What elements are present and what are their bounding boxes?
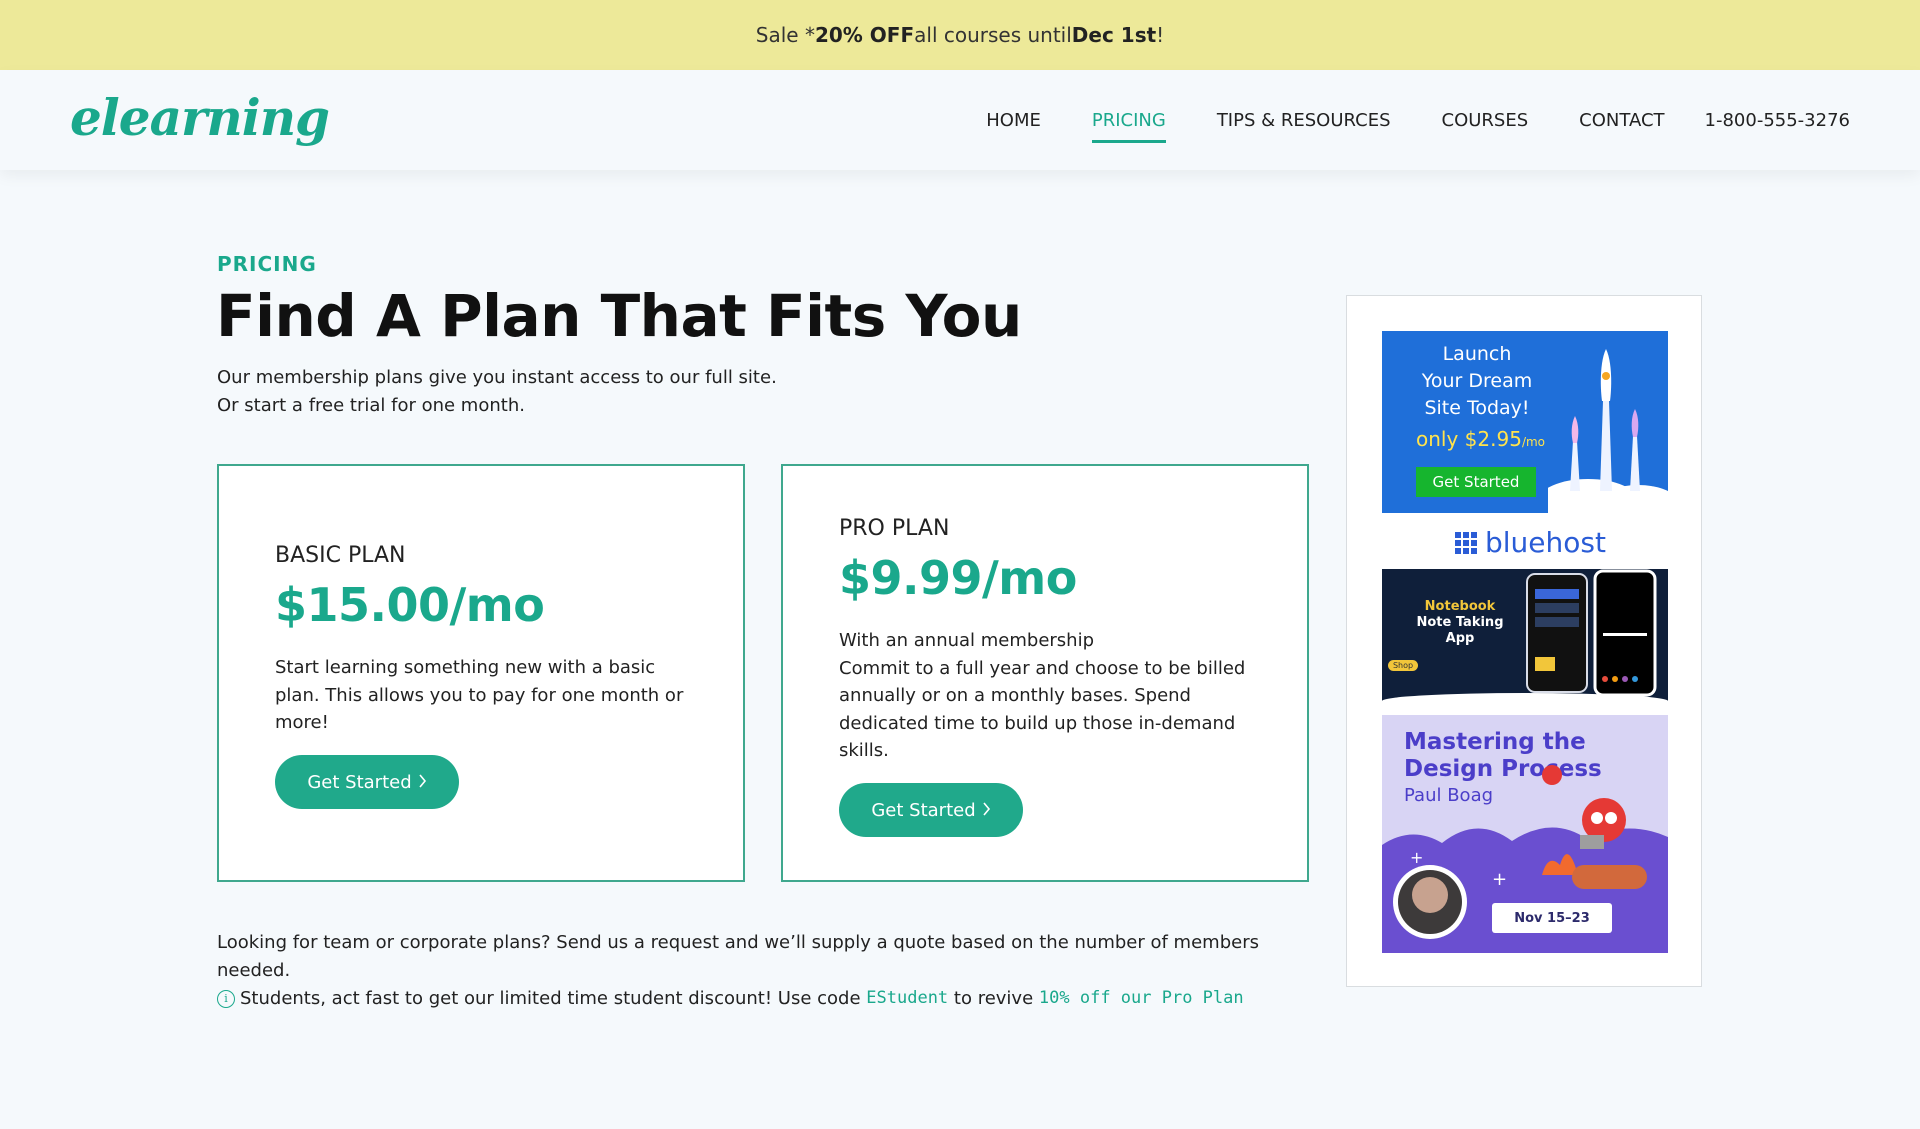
phone-mockups	[1526, 569, 1657, 697]
main-nav: HOME PRICING TIPS & RESOURCES COURSES CO…	[986, 70, 1850, 170]
plan-price: $9.99/mo	[839, 551, 1077, 605]
intro-line-1: Our membership plans give you instant ac…	[217, 367, 777, 388]
bluehost-logo[interactable]: bluehost	[1455, 526, 1606, 559]
team-plans-note: Looking for team or corporate plans? Sen…	[217, 932, 1259, 981]
basic-plan-card: BASIC PLAN $15.00/mo Start learning some…	[217, 464, 745, 882]
section-eyebrow: PRICING	[217, 252, 317, 276]
ad-headline: Launch Your Dream Site Today!	[1382, 341, 1572, 422]
button-label: Get Started	[307, 771, 412, 793]
plan-name: PRO PLAN	[839, 516, 950, 541]
ad-headline-line-3: Site Today!	[1424, 397, 1530, 419]
nav-home[interactable]: HOME	[986, 102, 1041, 139]
ad-sidebar: Launch Your Dream Site Today! only $2.95…	[1346, 295, 1702, 987]
ad-price-prefix: only	[1416, 427, 1465, 451]
student-text-1: Students, act fast to get our limited ti…	[240, 988, 861, 1009]
design-course-ad[interactable]: Mastering the Design Process Paul Boag +…	[1382, 715, 1668, 953]
notebook-ad-line-2: Note Taking	[1416, 615, 1504, 630]
page-title: Find A Plan That Fits You	[216, 282, 1022, 350]
nav-courses[interactable]: COURSES	[1442, 102, 1529, 139]
plan-price: $15.00/mo	[275, 578, 545, 632]
ad-price-unit: /mo	[1521, 435, 1546, 449]
banner-text-post: !	[1156, 23, 1165, 47]
nav-tips-resources[interactable]: TIPS & RESOURCES	[1217, 102, 1391, 139]
chevron-right-icon	[982, 800, 991, 821]
plan-description-body: Commit to a full year and choose to be b…	[839, 657, 1246, 762]
notebook-app-ad[interactable]: Notebook Note Taking App Shop	[1382, 569, 1668, 709]
banner-text-mid: all courses until	[914, 23, 1072, 47]
bluehost-brand: bluehost	[1485, 526, 1606, 559]
notebook-ad-title: Notebook Note Taking App	[1410, 599, 1510, 647]
bluehost-ad[interactable]: Launch Your Dream Site Today! only $2.95…	[1382, 331, 1668, 513]
get-started-button[interactable]: Get Started	[839, 783, 1023, 837]
ad-price-value: $2.95	[1464, 427, 1522, 451]
ad-price: only $2.95/mo	[1416, 427, 1545, 451]
banner-text-pre: Sale *	[755, 23, 815, 47]
rocket-illustration	[1548, 349, 1668, 513]
ad-get-started-button[interactable]: Get Started	[1416, 467, 1536, 497]
design-ad-date: Nov 15–23	[1492, 903, 1612, 933]
phone-number[interactable]: 1-800-555-3276	[1705, 110, 1850, 131]
nav-pricing[interactable]: PRICING	[1091, 102, 1166, 143]
plan-description: With an annual membership Commit to a fu…	[839, 627, 1259, 765]
button-label: Get Started	[871, 799, 976, 821]
get-started-button[interactable]: Get Started	[275, 755, 459, 809]
grid-icon	[1455, 531, 1477, 554]
svg-text:+: +	[1410, 848, 1423, 867]
svg-text:+: +	[1492, 869, 1507, 890]
discount-offer: 10% off our Pro Plan	[1038, 988, 1244, 1008]
shop-badge: Shop	[1388, 660, 1418, 671]
pro-plan-card: PRO PLAN $9.99/mo With an annual members…	[781, 464, 1309, 882]
site-header: elearning HOME PRICING TIPS & RESOURCES …	[0, 70, 1920, 170]
sale-banner: Sale * 20% OFF all courses until Dec 1st…	[0, 0, 1920, 70]
student-discount-note: i Students, act fast to get our limited …	[217, 985, 1244, 1013]
logo[interactable]: elearning	[70, 88, 330, 147]
wave-decoration	[1382, 693, 1668, 709]
banner-date: Dec 1st	[1071, 23, 1157, 47]
plan-subtitle: With an annual membership	[839, 630, 1095, 651]
info-icon: i	[217, 989, 235, 1008]
intro-line-2: Or start a free trial for one month.	[217, 395, 525, 416]
chevron-right-icon	[418, 772, 427, 793]
ad-headline-line-1: Launch	[1442, 343, 1512, 365]
plan-name: BASIC PLAN	[275, 543, 406, 568]
nav-contact[interactable]: CONTACT	[1579, 102, 1664, 139]
plan-description: Start learning something new with a basi…	[275, 657, 684, 733]
ad-headline-line-2: Your Dream	[1421, 370, 1533, 392]
notebook-ad-line-1: Notebook	[1424, 599, 1496, 614]
intro-text: Our membership plans give you instant ac…	[217, 364, 777, 420]
discount-code: EStudent	[866, 988, 949, 1008]
student-text-2: to revive	[953, 988, 1034, 1009]
notebook-ad-line-3: App	[1445, 631, 1475, 646]
banner-discount: 20% OFF	[814, 23, 915, 47]
